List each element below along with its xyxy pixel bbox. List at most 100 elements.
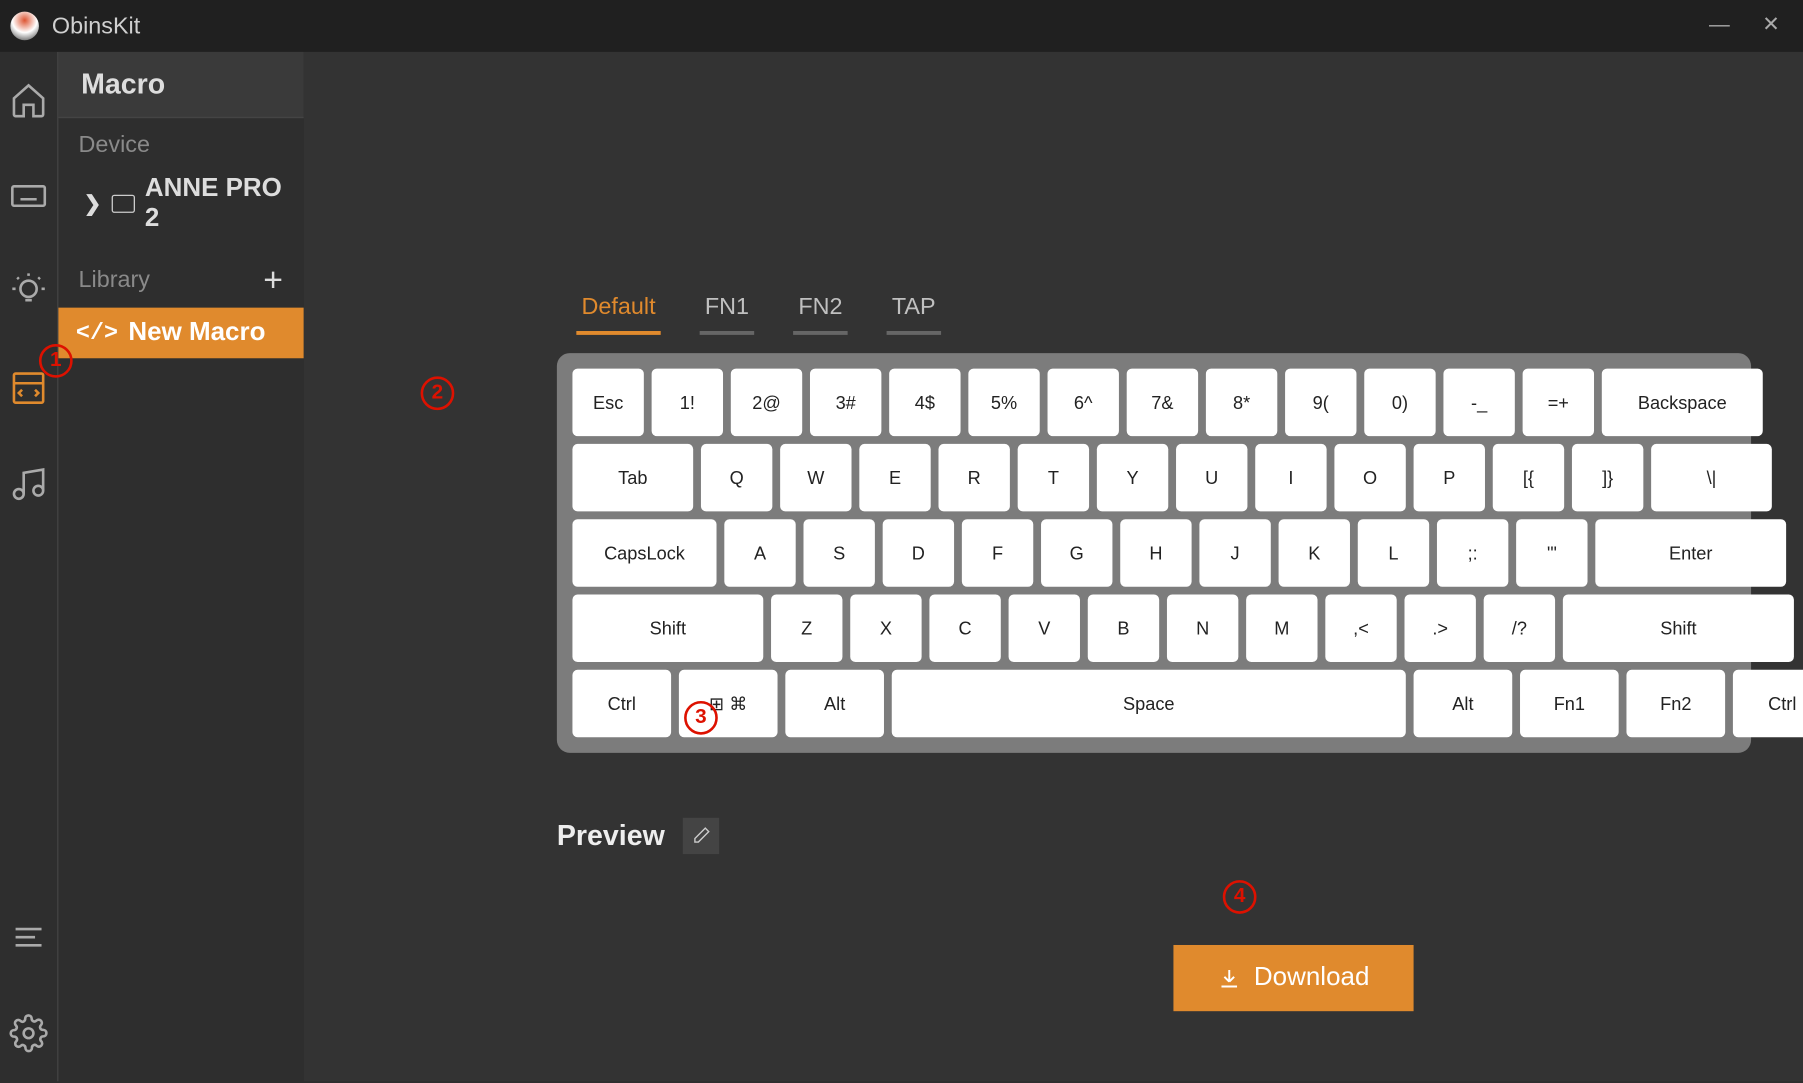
key-6[interactable]: 6^ bbox=[1048, 369, 1119, 436]
key-k[interactable]: K bbox=[1279, 519, 1350, 586]
key-b[interactable]: B bbox=[1088, 595, 1159, 662]
key-u[interactable]: U bbox=[1176, 444, 1247, 511]
key-g[interactable]: G bbox=[1041, 519, 1112, 586]
pencil-icon bbox=[691, 826, 712, 847]
key-period[interactable]: .> bbox=[1404, 595, 1475, 662]
device-section-label: Device bbox=[58, 118, 304, 166]
keyboard-icon[interactable] bbox=[6, 174, 50, 218]
key-rctrl[interactable]: Ctrl bbox=[1733, 670, 1803, 737]
code-icon: </> bbox=[76, 320, 118, 346]
key-j[interactable]: J bbox=[1199, 519, 1270, 586]
lightbulb-icon[interactable] bbox=[6, 270, 50, 314]
tab-fn2[interactable]: FN2 bbox=[793, 286, 848, 335]
key-lbracket[interactable]: [{ bbox=[1493, 444, 1564, 511]
list-icon[interactable] bbox=[6, 915, 50, 959]
tab-default[interactable]: Default bbox=[576, 286, 660, 335]
key-4[interactable]: 4$ bbox=[889, 369, 960, 436]
key-lctrl[interactable]: Ctrl bbox=[572, 670, 671, 737]
annotation-2: 2 bbox=[421, 376, 455, 410]
key-equals[interactable]: =+ bbox=[1523, 369, 1594, 436]
layer-tabs: Default FN1 FN2 TAP bbox=[576, 286, 1751, 335]
key-quote[interactable]: '" bbox=[1516, 519, 1587, 586]
key-slash[interactable]: /? bbox=[1484, 595, 1555, 662]
key-p[interactable]: P bbox=[1414, 444, 1485, 511]
key-c[interactable]: C bbox=[929, 595, 1000, 662]
device-item[interactable]: ❯ ANNE PRO 2 bbox=[58, 166, 304, 246]
nav-rail bbox=[0, 52, 56, 1081]
key-z[interactable]: Z bbox=[771, 595, 842, 662]
key-o[interactable]: O bbox=[1334, 444, 1405, 511]
key-m[interactable]: M bbox=[1246, 595, 1317, 662]
key-9[interactable]: 9( bbox=[1285, 369, 1356, 436]
key-1[interactable]: 1! bbox=[652, 369, 723, 436]
key-l[interactable]: L bbox=[1358, 519, 1429, 586]
key-i[interactable]: I bbox=[1255, 444, 1326, 511]
key-f[interactable]: F bbox=[962, 519, 1033, 586]
key-e[interactable]: E bbox=[859, 444, 930, 511]
key-8[interactable]: 8* bbox=[1206, 369, 1277, 436]
close-button[interactable]: ✕ bbox=[1762, 16, 1779, 37]
macro-item-label: New Macro bbox=[128, 318, 265, 348]
download-label: Download bbox=[1254, 963, 1369, 993]
edit-button[interactable] bbox=[683, 818, 719, 854]
key-r[interactable]: R bbox=[938, 444, 1009, 511]
key-h[interactable]: H bbox=[1120, 519, 1191, 586]
download-icon bbox=[1218, 966, 1241, 989]
key-fn1[interactable]: Fn1 bbox=[1520, 670, 1619, 737]
key-semicolon[interactable]: ;: bbox=[1437, 519, 1508, 586]
key-2[interactable]: 2@ bbox=[731, 369, 802, 436]
settings-icon[interactable] bbox=[6, 1011, 50, 1055]
macro-list-item[interactable]: </> New Macro bbox=[58, 308, 304, 359]
key-lshift[interactable]: Shift bbox=[572, 595, 763, 662]
device-name: ANNE PRO 2 bbox=[145, 174, 283, 234]
key-x[interactable]: X bbox=[850, 595, 921, 662]
content-area: Default FN1 FN2 TAP Esc 1! 2@ 3# 4$ 5% 6… bbox=[304, 52, 1803, 1081]
keyboard-small-icon bbox=[112, 195, 135, 213]
key-v[interactable]: V bbox=[1009, 595, 1080, 662]
key-rshift[interactable]: Shift bbox=[1563, 595, 1794, 662]
download-button[interactable]: Download bbox=[1173, 945, 1413, 1011]
key-enter[interactable]: Enter bbox=[1595, 519, 1786, 586]
preview-section: Preview bbox=[557, 818, 1751, 854]
key-fn2[interactable]: Fn2 bbox=[1626, 670, 1725, 737]
key-3[interactable]: 3# bbox=[810, 369, 881, 436]
titlebar: ObinsKit — ✕ bbox=[0, 0, 1803, 52]
key-backslash[interactable]: \| bbox=[1651, 444, 1772, 511]
chevron-right-icon: ❯ bbox=[84, 191, 101, 217]
tab-tap[interactable]: TAP bbox=[887, 286, 941, 335]
app-logo-icon bbox=[10, 12, 39, 41]
key-esc[interactable]: Esc bbox=[572, 369, 643, 436]
key-tab[interactable]: Tab bbox=[572, 444, 693, 511]
library-section-label: Library + bbox=[58, 247, 304, 308]
minimize-button[interactable]: — bbox=[1709, 16, 1730, 37]
preview-label: Preview bbox=[557, 819, 665, 853]
key-s[interactable]: S bbox=[803, 519, 874, 586]
tab-fn1[interactable]: FN1 bbox=[700, 286, 755, 335]
key-w[interactable]: W bbox=[780, 444, 851, 511]
home-icon[interactable] bbox=[6, 78, 50, 122]
key-0[interactable]: 0) bbox=[1364, 369, 1435, 436]
key-minus[interactable]: -_ bbox=[1443, 369, 1514, 436]
key-backspace[interactable]: Backspace bbox=[1602, 369, 1763, 436]
key-ralt[interactable]: Alt bbox=[1414, 670, 1513, 737]
annotation-3: 3 bbox=[684, 701, 718, 735]
key-capslock[interactable]: CapsLock bbox=[572, 519, 716, 586]
key-n[interactable]: N bbox=[1167, 595, 1238, 662]
key-lalt[interactable]: Alt bbox=[785, 670, 884, 737]
key-t[interactable]: T bbox=[1018, 444, 1089, 511]
key-d[interactable]: D bbox=[883, 519, 954, 586]
key-comma[interactable]: ,< bbox=[1325, 595, 1396, 662]
key-a[interactable]: A bbox=[724, 519, 795, 586]
key-rbracket[interactable]: ]} bbox=[1572, 444, 1643, 511]
sidebar-header: Macro bbox=[58, 52, 304, 118]
key-q[interactable]: Q bbox=[701, 444, 772, 511]
key-y[interactable]: Y bbox=[1097, 444, 1168, 511]
key-7[interactable]: 7& bbox=[1127, 369, 1198, 436]
annotation-4: 4 bbox=[1223, 880, 1257, 914]
add-macro-button[interactable]: + bbox=[263, 260, 283, 300]
app-title: ObinsKit bbox=[52, 12, 1709, 39]
window-controls: — ✕ bbox=[1709, 16, 1793, 37]
key-5[interactable]: 5% bbox=[968, 369, 1039, 436]
music-icon[interactable] bbox=[6, 462, 50, 506]
key-space[interactable]: Space bbox=[892, 670, 1406, 737]
